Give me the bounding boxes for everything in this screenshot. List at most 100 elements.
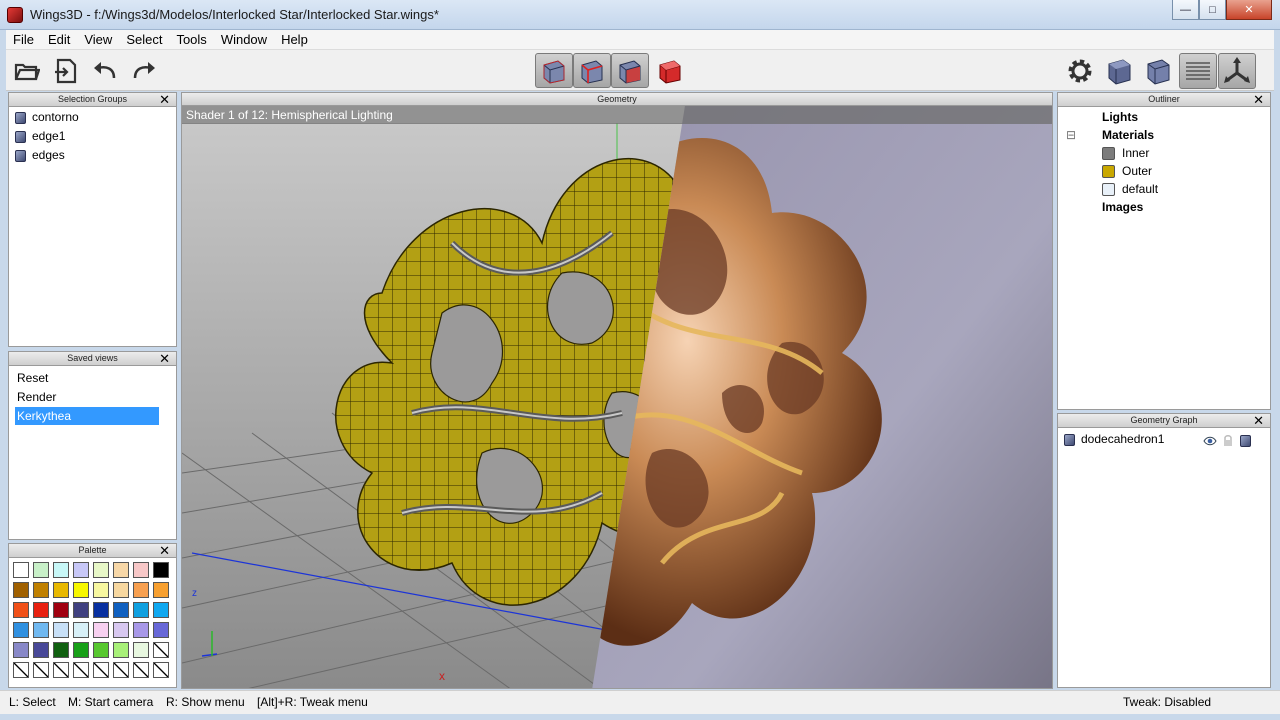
vertex-mode-button[interactable] <box>535 53 573 88</box>
palette-swatch[interactable] <box>53 642 69 658</box>
palette-empty-swatch[interactable] <box>13 662 29 678</box>
palette-swatch[interactable] <box>113 622 129 638</box>
saved-view-reset[interactable]: Reset <box>15 369 159 387</box>
smooth-preview-button[interactable] <box>1179 53 1217 89</box>
axes-button[interactable] <box>1218 53 1256 89</box>
saved-view-render[interactable]: Render <box>15 388 159 406</box>
palette-swatch[interactable] <box>133 562 149 578</box>
shaded-view-button[interactable] <box>1103 53 1135 89</box>
palette-swatch[interactable] <box>93 562 109 578</box>
palette-swatch[interactable] <box>53 602 69 618</box>
palette-swatch[interactable] <box>133 582 149 598</box>
save-button[interactable] <box>51 53 81 89</box>
palette-swatch[interactable] <box>73 622 89 638</box>
palette-swatch[interactable] <box>13 642 29 658</box>
palette-swatch[interactable] <box>153 562 169 578</box>
palette-swatch[interactable] <box>33 642 49 658</box>
material-outer[interactable]: Outer <box>1102 162 1152 180</box>
palette-swatch[interactable] <box>113 562 129 578</box>
lock-icon[interactable] <box>1223 434 1233 447</box>
menu-tools[interactable]: Tools <box>169 30 213 50</box>
preferences-button[interactable] <box>1064 53 1096 89</box>
palette-swatch[interactable] <box>73 582 89 598</box>
palette-swatch[interactable] <box>33 562 49 578</box>
palette-empty-swatch[interactable] <box>113 662 129 678</box>
palette-swatch[interactable] <box>13 582 29 598</box>
selection-group-item[interactable]: contorno <box>15 108 79 127</box>
eye-visibility-icon[interactable] <box>1203 435 1217 447</box>
palette-swatch[interactable] <box>93 582 109 598</box>
palette-swatch[interactable] <box>13 622 29 638</box>
body-mode-button[interactable] <box>651 53 689 88</box>
close-button[interactable]: ✕ <box>1226 0 1272 20</box>
palette-close-icon[interactable]: ✕ <box>159 544 170 557</box>
palette-swatch[interactable] <box>13 602 29 618</box>
palette-grid <box>13 562 169 678</box>
palette-swatch[interactable] <box>53 622 69 638</box>
menu-help[interactable]: Help <box>274 30 315 50</box>
selection-group-item[interactable]: edges <box>15 146 65 165</box>
menu-select[interactable]: Select <box>119 30 169 50</box>
palette-swatch[interactable] <box>93 622 109 638</box>
saved-view-kerkythea[interactable]: Kerkythea <box>15 407 159 425</box>
perspective-button[interactable] <box>1142 53 1174 89</box>
open-button[interactable] <box>12 53 42 89</box>
palette-swatch[interactable] <box>153 622 169 638</box>
selection-groups-panel: Selection Groups ✕ contorno edge1 edges <box>8 92 177 347</box>
palette-swatch[interactable] <box>33 602 49 618</box>
menu-window[interactable]: Window <box>214 30 274 50</box>
menu-view[interactable]: View <box>77 30 119 50</box>
maximize-button[interactable]: □ <box>1199 0 1226 20</box>
palette-swatch[interactable] <box>73 642 89 658</box>
palette-swatch[interactable] <box>153 582 169 598</box>
geometry-object-row[interactable]: dodecahedron1 <box>1064 430 1164 449</box>
palette-swatch[interactable] <box>13 562 29 578</box>
geometry-viewport[interactable]: Geometry Shader 1 of 12: Hemispherical L… <box>181 92 1053 689</box>
menu-edit[interactable]: Edit <box>41 30 77 50</box>
geometry-graph-close-icon[interactable]: ✕ <box>1253 414 1264 427</box>
group-icon <box>15 130 26 143</box>
material-default[interactable]: default <box>1102 180 1158 198</box>
palette-swatch[interactable] <box>153 602 169 618</box>
selection-groups-close-icon[interactable]: ✕ <box>159 93 170 106</box>
palette-swatch[interactable] <box>133 602 149 618</box>
scene-render: z x <box>182 93 1052 688</box>
selection-group-item[interactable]: edge1 <box>15 127 65 146</box>
edge-mode-button[interactable] <box>573 53 611 88</box>
outliner-materials[interactable]: Materials <box>1102 126 1154 144</box>
material-inner[interactable]: Inner <box>1102 144 1149 162</box>
palette-swatch[interactable] <box>113 602 129 618</box>
palette-empty-swatch[interactable] <box>153 662 169 678</box>
palette-swatch[interactable] <box>53 582 69 598</box>
toolbar <box>6 50 1274 91</box>
palette-empty-swatch[interactable] <box>33 662 49 678</box>
palette-empty-swatch[interactable] <box>133 662 149 678</box>
palette-swatch[interactable] <box>133 622 149 638</box>
status-tweak-menu: [Alt]+R: Tweak menu <box>257 695 368 709</box>
palette-empty-swatch[interactable] <box>93 662 109 678</box>
palette-swatch[interactable] <box>113 582 129 598</box>
materials-collapse-icon[interactable]: ⊟ <box>1066 126 1076 144</box>
saved-views-close-icon[interactable]: ✕ <box>159 352 170 365</box>
palette-swatch[interactable] <box>33 582 49 598</box>
outliner-close-icon[interactable]: ✕ <box>1253 93 1264 106</box>
palette-swatch[interactable] <box>93 642 109 658</box>
palette-swatch[interactable] <box>73 562 89 578</box>
palette-empty-swatch[interactable] <box>153 642 169 658</box>
menu-file[interactable]: File <box>6 30 41 50</box>
palette-swatch[interactable] <box>73 602 89 618</box>
redo-button[interactable] <box>129 53 159 89</box>
palette-swatch[interactable] <box>93 602 109 618</box>
wireframe-toggle-icon[interactable] <box>1240 435 1251 447</box>
palette-empty-swatch[interactable] <box>53 662 69 678</box>
palette-swatch[interactable] <box>133 642 149 658</box>
face-mode-button[interactable] <box>611 53 649 88</box>
palette-swatch[interactable] <box>113 642 129 658</box>
outliner-images[interactable]: Images <box>1102 198 1143 216</box>
outliner-lights[interactable]: Lights <box>1102 108 1138 126</box>
undo-button[interactable] <box>90 53 120 89</box>
palette-swatch[interactable] <box>33 622 49 638</box>
palette-empty-swatch[interactable] <box>73 662 89 678</box>
minimize-button[interactable]: — <box>1172 0 1199 20</box>
palette-swatch[interactable] <box>53 562 69 578</box>
